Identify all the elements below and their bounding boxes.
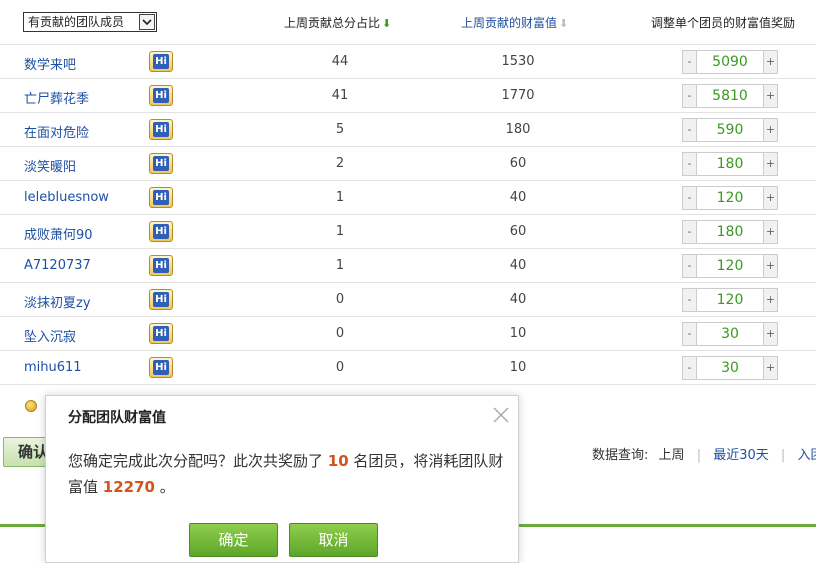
total-wealth: 12270: [102, 478, 155, 496]
dialog-ok-button[interactable]: 确定: [189, 523, 278, 557]
dialog-message: 您确定完成此次分配吗？此次共奖励了 10 名团员，将消耗团队财富值 12270 …: [68, 448, 508, 500]
confirm-dialog: 分配团队财富值 您确定完成此次分配吗？此次共奖励了 10 名团员，将消耗团队财富…: [45, 395, 519, 563]
dialog-title: 分配团队财富值: [68, 410, 166, 426]
modal-overlay: 分配团队财富值 您确定完成此次分配吗？此次共奖励了 10 名团员，将消耗团队财富…: [0, 0, 816, 563]
dialog-message-part3: 。: [154, 478, 175, 496]
dialog-message-part1: 您确定完成此次分配吗？此次共奖励了: [68, 452, 328, 470]
team-wealth-page: 有贡献的团队成员 上周贡献总分占比 ⬇ 上周贡献的财富值 ⬇ 调整单个团员的财富值奖…: [0, 0, 816, 563]
dialog-cancel-button[interactable]: 取消: [289, 523, 378, 557]
member-count: 10: [327, 452, 349, 470]
close-icon[interactable]: [492, 406, 510, 424]
